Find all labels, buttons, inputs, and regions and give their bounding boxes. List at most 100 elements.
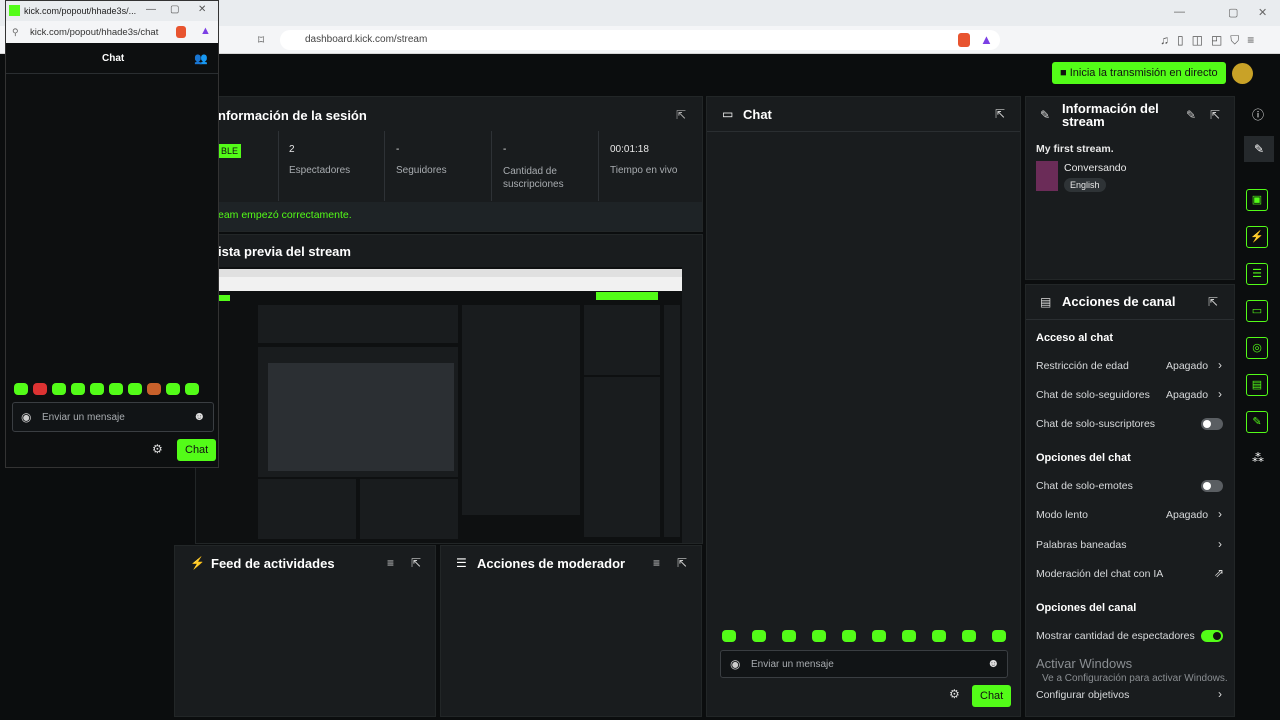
popout-icon[interactable]: ⇱	[1208, 295, 1218, 309]
stat-value: -	[396, 144, 400, 155]
layout-icon[interactable]: ▣	[1246, 189, 1268, 211]
emote-icon	[932, 630, 946, 642]
emote-icon	[962, 630, 976, 642]
emote-icon	[90, 383, 104, 395]
address-bar[interactable]: dashboard.kick.com/stream	[280, 30, 1000, 50]
filter-icon[interactable]: ≡	[387, 556, 394, 570]
brave-rewards-icon[interactable]: ▲	[200, 25, 211, 37]
browser-extension-icons[interactable]: ♫▯◫◰⛉≡	[1160, 33, 1262, 48]
brave-shield-icon[interactable]	[958, 33, 970, 47]
section-heading: Opciones del canal	[1036, 602, 1137, 614]
shield-icon: ◉	[21, 410, 32, 424]
popup-address-bar[interactable]: ⚲ kick.com/popout/hhade3s/chat ▲	[6, 21, 218, 43]
users-icon[interactable]: 👥	[194, 52, 208, 65]
category-thumbnail	[1036, 161, 1058, 191]
external-link-icon[interactable]: ⇗	[1214, 566, 1224, 580]
emoji-icon[interactable]: ☻	[987, 656, 1000, 670]
activity-title: Feed de actividades	[211, 556, 335, 571]
lightning-icon[interactable]: ⚡	[1246, 226, 1268, 248]
edit-icon[interactable]: ✎	[1186, 108, 1196, 122]
info-icon[interactable]: ⓘ	[1252, 106, 1264, 123]
emote-icon	[722, 630, 736, 642]
chat-icon[interactable]: ▭	[1246, 300, 1268, 322]
chat-send-button[interactable]: Chat	[972, 685, 1012, 707]
subs-only-toggle[interactable]	[1201, 418, 1223, 430]
brave-shield-icon[interactable]	[176, 26, 186, 38]
emote-bar[interactable]	[14, 383, 199, 395]
moderator-actions-panel: ☰ Acciones de moderador ≡ ⇱	[440, 545, 702, 717]
chevron-right-icon[interactable]: ›	[1218, 687, 1222, 701]
chat-placeholder: Enviar un mensaje	[751, 659, 834, 670]
session-title: nformación de la sesión	[218, 108, 367, 123]
brave-rewards-icon[interactable]: ▲	[980, 32, 993, 47]
stream-title: My first stream.	[1036, 143, 1114, 155]
minimize-icon[interactable]: —	[1174, 6, 1185, 18]
channel-icon[interactable]: ▤	[1246, 374, 1268, 396]
wrench-icon[interactable]: ✎	[1246, 411, 1268, 433]
settings-icon[interactable]: ⚙	[949, 687, 960, 701]
stream-preview-video[interactable]	[196, 267, 682, 543]
chevron-right-icon[interactable]: ›	[1218, 387, 1222, 401]
chat-title: Chat	[743, 107, 772, 122]
emote-icon	[812, 630, 826, 642]
edit-icon[interactable]: ✎	[1244, 136, 1274, 162]
url-text: dashboard.kick.com/stream	[305, 34, 428, 45]
activity-feed-panel: ⚡ Feed de actividades ≡ ⇱	[174, 545, 436, 717]
section-heading: Acceso al chat	[1036, 332, 1114, 344]
chat-icon: ▭	[722, 107, 734, 121]
channel-actions-panel: ▤ Acciones de canal ⇱ Acceso al chat Res…	[1025, 284, 1235, 717]
channel-icon: ▤	[1040, 295, 1052, 309]
emoji-icon[interactable]: ☻	[193, 409, 206, 423]
followers-only-value[interactable]: Apagado	[1166, 389, 1208, 401]
emote-icon	[992, 630, 1006, 642]
popout-icon[interactable]: ⇱	[1210, 108, 1220, 122]
list-icon: ☰	[456, 556, 467, 570]
stat-value: 2	[289, 144, 295, 155]
viewer-count-toggle[interactable]	[1201, 630, 1223, 642]
popout-icon[interactable]: ⇱	[677, 556, 687, 570]
popup-chat-input[interactable]: ◉ Enviar un mensaje ☻	[12, 402, 214, 432]
popup-titlebar: kick.com/popout/hhade3s/... — ▢ ✕	[6, 1, 218, 21]
goals-label[interactable]: Configurar objetivos	[1036, 689, 1129, 701]
stream-info-panel: ✎ Información del stream ✎ ⇱ My first st…	[1025, 96, 1235, 280]
emotes-only-label: Chat de solo-emotes	[1036, 480, 1133, 492]
wrench-icon: ✎	[1040, 108, 1051, 122]
slow-mode-value[interactable]: Apagado	[1166, 509, 1208, 521]
banned-words-label[interactable]: Palabras baneadas	[1036, 539, 1127, 551]
settings-icon[interactable]: ⚙	[152, 442, 163, 456]
broadcast-icon[interactable]: ◎	[1246, 337, 1268, 359]
chevron-right-icon[interactable]: ›	[1218, 358, 1222, 372]
bookmark-icon[interactable]: ⌑	[258, 33, 264, 47]
popout-icon[interactable]: ⇱	[995, 107, 1005, 121]
session-info-panel: nformación de la sesión ⇱ BLE 2 Espectad…	[195, 96, 703, 232]
viewer-count-label: Mostrar cantidad de espectadores	[1036, 630, 1195, 642]
slow-mode-label: Modo lento	[1036, 509, 1088, 521]
emote-icon	[185, 383, 199, 395]
list-icon[interactable]: ☰	[1246, 263, 1268, 285]
emote-icon	[902, 630, 916, 642]
language-tag: English	[1064, 178, 1106, 192]
go-live-button[interactable]: ■ Inicia la transmisión en directo	[1052, 62, 1226, 84]
stat-label: Cantidad de suscripciones	[503, 166, 564, 190]
close-icon[interactable]: ✕	[1258, 6, 1267, 19]
popup-send-button[interactable]: Chat	[177, 439, 217, 461]
emote-icon	[752, 630, 766, 642]
popout-icon[interactable]: ⇱	[411, 556, 421, 570]
emote-bar[interactable]	[722, 630, 1006, 642]
maximize-icon[interactable]: ▢	[1228, 6, 1238, 19]
user-avatar[interactable]	[1232, 63, 1253, 84]
maximize-icon[interactable]: ▢	[170, 4, 179, 15]
emotes-only-toggle[interactable]	[1201, 480, 1223, 492]
chat-input[interactable]: ◉ Enviar un mensaje ☻	[720, 650, 1008, 678]
chevron-right-icon[interactable]: ›	[1218, 507, 1222, 521]
ai-moderation-label[interactable]: Moderación del chat con IA	[1036, 568, 1163, 580]
add-widget-icon[interactable]: ⁂	[1252, 451, 1264, 465]
age-restriction-value[interactable]: Apagado	[1166, 360, 1208, 372]
popout-icon[interactable]: ⇱	[676, 108, 686, 122]
popup-chat-title: Chat	[102, 53, 125, 64]
filter-icon[interactable]: ≡	[653, 556, 660, 570]
minimize-icon[interactable]: —	[146, 4, 156, 15]
chevron-right-icon[interactable]: ›	[1218, 537, 1222, 551]
close-icon[interactable]: ✕	[198, 4, 206, 15]
stat-value: 00:01:18	[610, 144, 649, 155]
